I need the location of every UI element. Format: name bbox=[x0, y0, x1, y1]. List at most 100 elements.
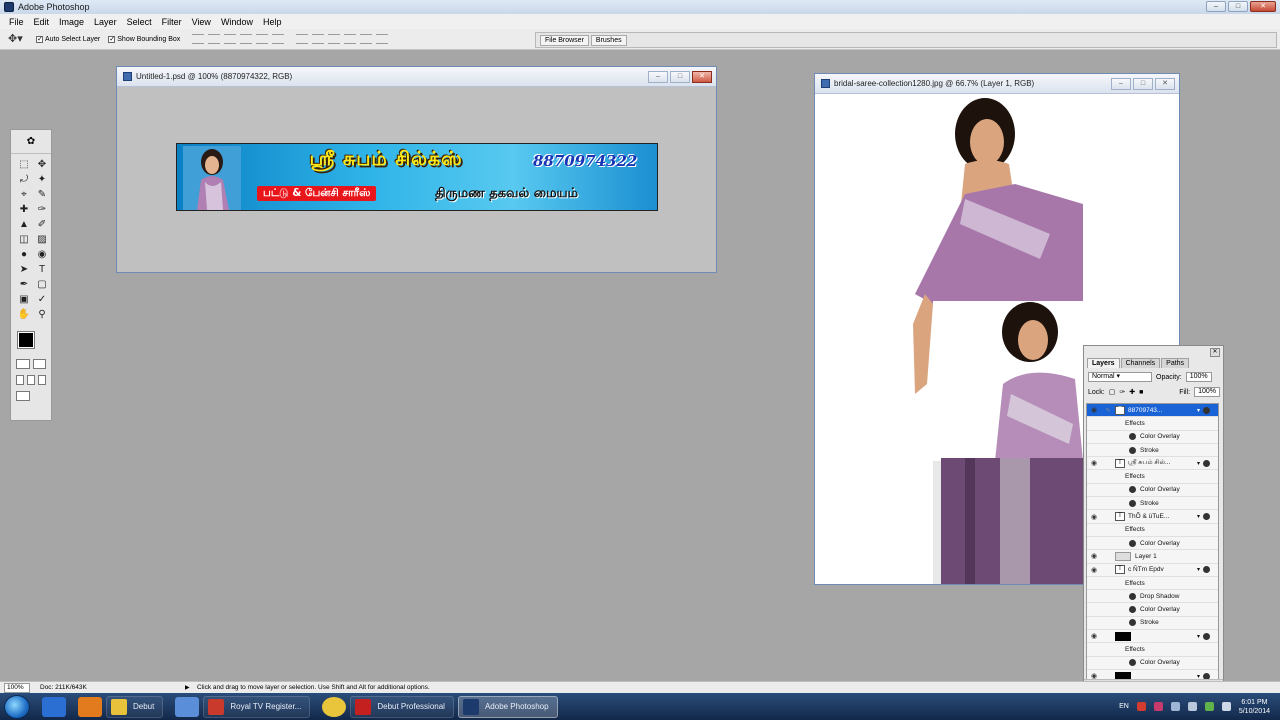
layer-effect-row[interactable]: Color Overlay bbox=[1087, 537, 1218, 551]
effect-visibility-icon[interactable] bbox=[1129, 659, 1136, 667]
layer-effect-row[interactable]: Color Overlay bbox=[1087, 657, 1218, 670]
align-left-icon[interactable] bbox=[240, 34, 253, 44]
status-menu-arrow-icon[interactable]: ▶ bbox=[185, 684, 190, 691]
align-middle-icon[interactable] bbox=[208, 34, 221, 44]
menu-image[interactable]: Image bbox=[54, 17, 89, 27]
clock[interactable]: 6:01 PM 5/10/2014 bbox=[1239, 698, 1270, 716]
layer-effect-row[interactable]: Stroke bbox=[1087, 444, 1218, 458]
slice-tool-icon[interactable]: ✎ bbox=[34, 188, 50, 202]
effect-visibility-icon[interactable] bbox=[1129, 619, 1136, 627]
distribute-left-icon[interactable] bbox=[344, 34, 357, 44]
taskbar-task-royal-tv[interactable]: Royal TV Register... bbox=[203, 695, 311, 718]
layer-effect-row[interactable]: Color Overlay bbox=[1087, 431, 1218, 444]
adobe-online-icon[interactable]: ✿ bbox=[11, 130, 51, 154]
layer-row[interactable]: ◉ ✎ T 88709743... ▾ bbox=[1087, 404, 1218, 418]
clone-stamp-tool-icon[interactable]: ▲ bbox=[16, 218, 32, 232]
settings-app-icon[interactable] bbox=[175, 696, 200, 717]
layer-effects-header[interactable]: Effects bbox=[1087, 524, 1218, 537]
effect-visibility-icon[interactable] bbox=[1129, 486, 1136, 494]
layer-effect-row[interactable]: Drop Shadow bbox=[1087, 590, 1218, 604]
visibility-eye-icon[interactable]: ◉ bbox=[1087, 513, 1101, 521]
banner-artwork[interactable]: ஸ்ரீ சுபம் சில்க்ஸ் 8870974322 பட்டு & ப… bbox=[176, 143, 658, 211]
path-selection-tool-icon[interactable]: ➤ bbox=[16, 263, 32, 277]
document-maximize-button[interactable]: □ bbox=[1133, 78, 1153, 90]
full-screen-menu-mode-icon[interactable] bbox=[27, 375, 35, 385]
effect-visibility-icon[interactable] bbox=[1129, 499, 1136, 507]
layer-effect-row[interactable]: Stroke bbox=[1087, 617, 1218, 631]
distribute-top-icon[interactable] bbox=[296, 34, 309, 44]
layer-link-icon[interactable]: ✎ bbox=[1101, 407, 1115, 414]
menu-edit[interactable]: Edit bbox=[29, 17, 55, 27]
lock-position-icon[interactable]: ✚ bbox=[1129, 388, 1135, 396]
layer-effects-header[interactable]: Effects bbox=[1087, 577, 1218, 591]
ie-icon[interactable] bbox=[42, 696, 66, 717]
quick-mask-mode-icon[interactable] bbox=[32, 359, 46, 369]
network-icon[interactable] bbox=[1187, 702, 1197, 711]
layer-effects-header[interactable]: Effects bbox=[1087, 470, 1218, 484]
document-close-button[interactable]: ✕ bbox=[692, 71, 712, 83]
lock-transparency-icon[interactable]: ▢ bbox=[1109, 388, 1116, 396]
fill-field[interactable]: 100% bbox=[1194, 387, 1220, 397]
auto-select-layer-checkbox[interactable]: ✓ Auto Select Layer bbox=[36, 35, 100, 43]
taskbar-task-debut[interactable]: Debut bbox=[106, 695, 164, 718]
layer-row[interactable]: ◉ T ஸ்ரீ சுபம் சில்... ▾ bbox=[1087, 457, 1218, 471]
layer-list[interactable]: ◉ ✎ T 88709743... ▾ Effects Color Overlay Strok… bbox=[1086, 403, 1219, 681]
zoom-field[interactable]: 100% bbox=[4, 682, 30, 693]
layer-row[interactable]: ◉ Layer 1 bbox=[1087, 550, 1218, 564]
layer-effect-row[interactable]: Stroke bbox=[1087, 497, 1218, 511]
magic-wand-tool-icon[interactable]: ✦ bbox=[34, 173, 50, 187]
effect-visibility-icon[interactable] bbox=[1129, 433, 1136, 441]
tray-app-icon[interactable] bbox=[1136, 702, 1146, 711]
full-screen-mode-icon[interactable] bbox=[38, 375, 46, 385]
tab-paths[interactable]: Paths bbox=[1161, 358, 1190, 368]
start-button[interactable] bbox=[4, 694, 30, 719]
palette-close-button[interactable]: ✕ bbox=[1210, 348, 1220, 357]
language-indicator[interactable]: EN bbox=[1119, 703, 1129, 710]
taskbar-task-photoshop[interactable]: Adobe Photoshop bbox=[457, 695, 558, 718]
marquee-tool-icon[interactable]: ⬚ bbox=[16, 158, 32, 172]
align-center-icon[interactable] bbox=[256, 34, 269, 44]
distribute-center-icon[interactable] bbox=[360, 34, 373, 44]
align-top-icon[interactable] bbox=[192, 34, 205, 44]
eyedropper-tool-icon[interactable]: ✓ bbox=[34, 293, 50, 307]
document-title-bar[interactable]: Untitled-1.psd @ 100% (8870974322, RGB) bbox=[117, 67, 716, 87]
jump-to-imageready-icon[interactable] bbox=[16, 391, 30, 401]
effect-visibility-icon[interactable] bbox=[1129, 539, 1136, 547]
show-bounding-box-checkbox[interactable]: ✓ Show Bounding Box bbox=[108, 35, 180, 43]
dodge-tool-icon[interactable]: ◉ bbox=[34, 248, 50, 262]
flag-icon[interactable] bbox=[1170, 702, 1180, 711]
effect-visibility-icon[interactable] bbox=[1129, 592, 1136, 600]
brushes-tab[interactable]: Brushes bbox=[590, 34, 627, 46]
effects-expand-icon[interactable]: ▾ bbox=[1197, 407, 1200, 414]
effect-visibility-icon[interactable] bbox=[1129, 606, 1136, 614]
move-tool-icon[interactable]: ✥ bbox=[34, 158, 50, 172]
menu-window[interactable]: Window bbox=[216, 17, 258, 27]
distribute-right-icon[interactable] bbox=[376, 34, 389, 44]
standard-screen-mode-icon[interactable] bbox=[16, 375, 24, 385]
taskbar-task-debut-professional[interactable]: Debut Professional bbox=[350, 695, 454, 718]
layer-effect-row[interactable]: Color Overlay bbox=[1087, 603, 1218, 617]
visibility-eye-icon[interactable]: ◉ bbox=[1087, 552, 1101, 560]
align-bottom-icon[interactable] bbox=[224, 34, 237, 44]
hand-tool-icon[interactable]: ✋ bbox=[16, 308, 32, 322]
layer-effect-row[interactable]: Color Overlay bbox=[1087, 484, 1218, 498]
tray-app-icon[interactable] bbox=[1153, 702, 1163, 711]
doc-size-info[interactable]: Doc: 211K/643K bbox=[40, 684, 87, 691]
visibility-eye-icon[interactable]: ◉ bbox=[1087, 566, 1101, 574]
layer-row[interactable]: ◉ T ThÕ & üTuE... ▾ bbox=[1087, 510, 1218, 524]
effects-expand-icon[interactable]: ▾ bbox=[1197, 566, 1200, 573]
lasso-tool-icon[interactable]: ⤾ bbox=[16, 173, 32, 187]
history-brush-tool-icon[interactable]: ✐ bbox=[34, 218, 50, 232]
document-minimize-button[interactable]: – bbox=[648, 71, 668, 83]
gradient-tool-icon[interactable]: ▨ bbox=[34, 233, 50, 247]
menu-filter[interactable]: Filter bbox=[157, 17, 187, 27]
menu-layer[interactable]: Layer bbox=[89, 17, 122, 27]
lock-all-icon[interactable]: ■ bbox=[1139, 389, 1143, 396]
pen-tool-icon[interactable]: ✒ bbox=[16, 278, 32, 292]
volume-icon[interactable] bbox=[1221, 702, 1231, 711]
effects-expand-icon[interactable]: ▾ bbox=[1197, 513, 1200, 520]
document-minimize-button[interactable]: – bbox=[1111, 78, 1131, 90]
menu-help[interactable]: Help bbox=[258, 17, 287, 27]
opacity-field[interactable]: 100% bbox=[1185, 372, 1212, 382]
distribute-middle-icon[interactable] bbox=[312, 34, 325, 44]
